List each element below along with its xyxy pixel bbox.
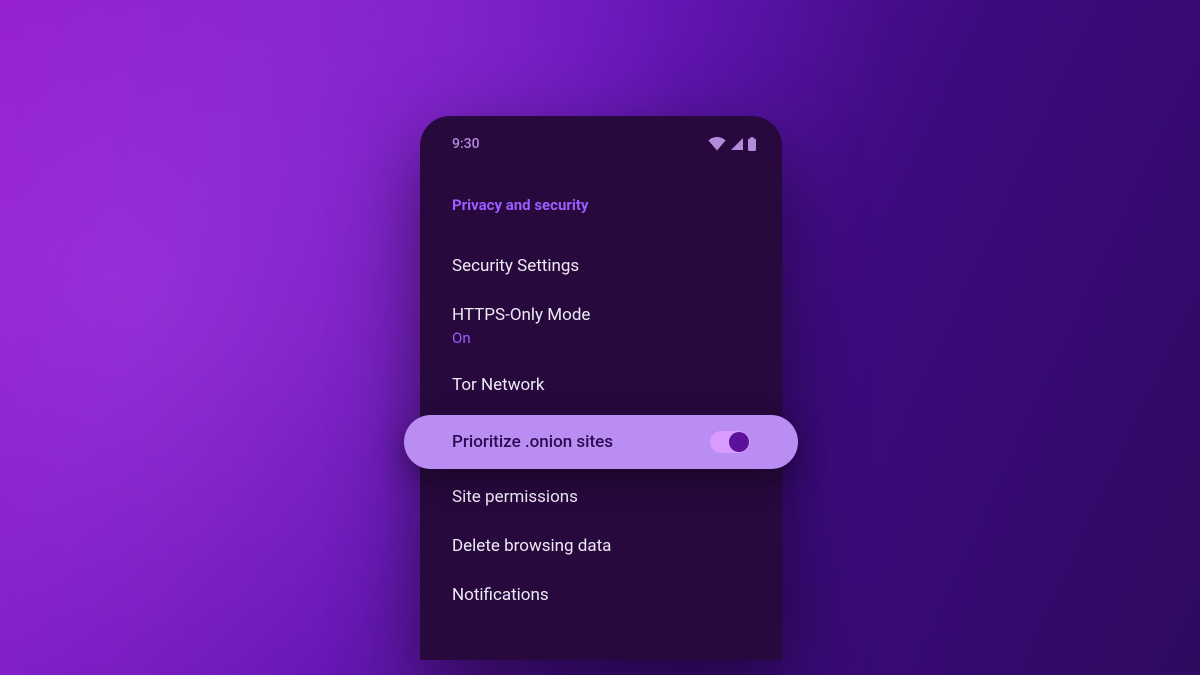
item-label: Site permissions xyxy=(452,487,578,507)
item-label: HTTPS-Only Mode xyxy=(452,305,590,325)
item-prioritize-onion-sites[interactable]: Prioritize .onion sites xyxy=(404,415,798,469)
status-time: 9:30 xyxy=(452,136,480,152)
item-label: Security Settings xyxy=(452,256,579,276)
battery-icon xyxy=(748,137,756,151)
item-label: Prioritize .onion sites xyxy=(452,432,613,452)
item-site-permissions[interactable]: Site permissions xyxy=(452,473,750,522)
app-stage: 9:30 Privacy and security Security Setti… xyxy=(0,0,1200,675)
item-label: Tor Network xyxy=(452,375,545,395)
item-label: Notifications xyxy=(452,585,549,605)
phone-frame: 9:30 Privacy and security Security Setti… xyxy=(420,116,782,660)
cellular-icon xyxy=(730,137,744,151)
item-https-only-mode[interactable]: HTTPS-Only Mode On xyxy=(452,291,750,361)
item-label: Delete browsing data xyxy=(452,536,611,556)
item-value: On xyxy=(452,329,750,348)
settings-content: Privacy and security Security Settings H… xyxy=(420,152,782,620)
status-bar: 9:30 xyxy=(420,116,782,152)
item-security-settings[interactable]: Security Settings xyxy=(452,242,750,291)
item-tor-network[interactable]: Tor Network xyxy=(452,361,750,410)
status-icons xyxy=(708,137,756,151)
toggle-knob xyxy=(729,432,749,452)
section-header-privacy-security: Privacy and security xyxy=(452,196,750,214)
toggle-prioritize-onion[interactable] xyxy=(710,431,750,453)
wifi-icon xyxy=(708,137,726,151)
item-notifications[interactable]: Notifications xyxy=(452,571,750,620)
item-delete-browsing-data[interactable]: Delete browsing data xyxy=(452,522,750,571)
